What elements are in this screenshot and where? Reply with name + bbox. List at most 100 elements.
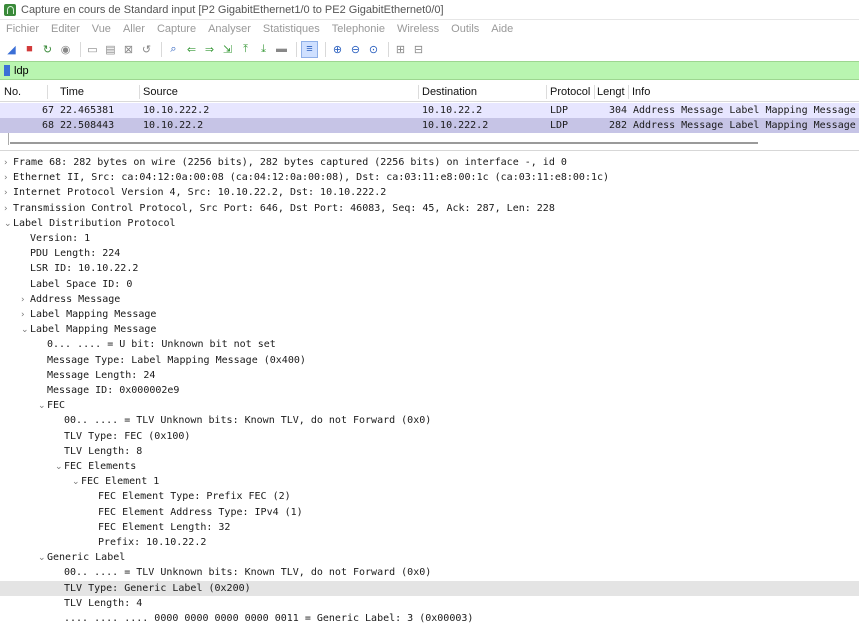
expanded-chevron-icon[interactable]: ⌄ [72, 475, 81, 490]
detail-row[interactable]: Prefix: 10.10.22.2 [0, 535, 859, 550]
toolbar-separator [80, 41, 81, 57]
menu-wireless[interactable]: Wireless [391, 23, 445, 35]
detail-row[interactable]: FEC Element Type: Prefix FEC (2) [0, 489, 859, 504]
detail-row[interactable]: LSR ID: 10.10.22.2 [0, 261, 859, 276]
detail-row[interactable]: › Frame 68: 282 bytes on wire (2256 bits)… [0, 155, 859, 170]
colorize-icon[interactable]: ≡ [301, 40, 318, 58]
zoom-reset-icon[interactable]: ⊙ [366, 42, 381, 57]
detail-row[interactable]: ⌄FEC Elements [0, 459, 859, 474]
column-destination[interactable]: Destination [422, 83, 542, 101]
detail-row[interactable]: Version: 1 [0, 231, 859, 246]
autoscroll-icon[interactable]: ▬ [274, 42, 289, 57]
first-icon[interactable]: ⤒ [238, 42, 253, 57]
expanded-chevron-icon[interactable]: ⌄ [38, 399, 47, 414]
detail-row[interactable]: › Address Message [0, 292, 859, 307]
detail-row[interactable]: › Transmission Control Protocol, Src Port… [0, 201, 859, 216]
expanded-chevron-icon[interactable]: ⌄ [38, 551, 47, 566]
bookmark-icon[interactable] [4, 65, 10, 76]
detail-row[interactable]: › Internet Protocol Version 4, Src: 10.10… [0, 185, 859, 200]
collapsed-chevron-icon[interactable]: › [4, 186, 13, 201]
collapsed-chevron-icon[interactable]: › [21, 308, 30, 323]
detail-row[interactable]: FEC Element Length: 32 [0, 520, 859, 535]
packet-row-selected[interactable]: 68 22.508443 10.10.22.2 10.10.222.2 LDP … [0, 118, 859, 133]
detail-row[interactable]: PDU Length: 224 [0, 246, 859, 261]
options-icon[interactable]: ◉ [58, 42, 73, 57]
detail-text: Label Mapping Message [30, 309, 157, 320]
menu-vue[interactable]: Vue [86, 23, 117, 35]
column-info[interactable]: Info [632, 83, 852, 101]
detail-row[interactable]: ⌄FEC [0, 398, 859, 413]
collapsed-chevron-icon[interactable]: › [4, 202, 13, 217]
open-icon[interactable]: ▭ [85, 42, 100, 57]
detail-row[interactable]: 00.. .... = TLV Unknown bits: Known TLV,… [0, 565, 859, 580]
resize-columns-icon[interactable]: ⊞ [393, 42, 408, 57]
menu-aide[interactable]: Aide [485, 23, 519, 35]
menu-capture[interactable]: Capture [151, 23, 202, 35]
detail-row[interactable]: TLV Type: Generic Label (0x200) [0, 580, 859, 596]
packet-protocol: LDP [550, 105, 569, 116]
collapsed-chevron-icon[interactable]: › [4, 156, 13, 171]
restart-icon[interactable]: ↻ [40, 42, 55, 57]
column-time[interactable]: Time [60, 83, 130, 101]
detail-row[interactable]: 00.. .... = TLV Unknown bits: Known TLV,… [0, 413, 859, 428]
hscrollbar-thumb[interactable] [10, 142, 758, 144]
detail-row[interactable]: Label Space ID: 0 [0, 277, 859, 292]
expanded-chevron-icon[interactable]: ⌄ [4, 217, 13, 232]
detail-text: TLV Type: FEC (0x100) [64, 430, 191, 442]
layout-icon[interactable]: ⊟ [411, 42, 426, 57]
menu-analyser[interactable]: Analyser [202, 23, 257, 35]
expanded-chevron-icon[interactable]: ⌄ [55, 460, 64, 475]
reload-icon[interactable]: ↺ [139, 42, 154, 57]
menu-outils[interactable]: Outils [445, 23, 485, 35]
detail-row[interactable]: › Ethernet II, Src: ca:04:12:0a:00:08 (ca… [0, 170, 859, 185]
packet-list-hscrollbar[interactable] [0, 138, 859, 148]
column-no[interactable]: No. [4, 83, 44, 101]
detail-row[interactable]: ⌄FEC Element 1 [0, 474, 859, 489]
detail-row[interactable]: .... .... .... 0000 0000 0000 0000 0011 … [0, 611, 859, 626]
detail-row[interactable]: Message Type: Label Mapping Message (0x4… [0, 353, 859, 368]
zoom-out-icon[interactable]: ⊖ [348, 42, 363, 57]
menu-editer[interactable]: Editer [45, 23, 86, 35]
collapsed-chevron-icon[interactable]: › [21, 293, 30, 308]
detail-text: TLV Length: 8 [64, 445, 143, 457]
detail-row[interactable]: Message ID: 0x000002e9 [0, 383, 859, 398]
detail-text: FEC Element 1 [81, 476, 160, 488]
menu-statistiques[interactable]: Statistiques [257, 23, 326, 35]
detail-row[interactable]: FEC Element Address Type: IPv4 (1) [0, 505, 859, 520]
display-filter-bar [0, 61, 859, 80]
column-protocol[interactable]: Protocol [550, 83, 594, 101]
zoom-in-icon[interactable]: ⊕ [330, 42, 345, 57]
detail-row[interactable]: › Label Mapping Message [0, 307, 859, 322]
display-filter-input[interactable] [14, 63, 814, 78]
stop-icon[interactable]: ■ [22, 42, 37, 57]
menu-aller[interactable]: Aller [117, 23, 151, 35]
find-icon[interactable]: ⌕ [166, 42, 181, 57]
last-icon[interactable]: ⤓ [256, 42, 271, 57]
detail-row[interactable]: TLV Type: FEC (0x100) [0, 429, 859, 444]
back-icon[interactable]: ⇐ [184, 42, 199, 57]
save-icon[interactable]: ▤ [103, 42, 118, 57]
detail-row[interactable]: Message Length: 24 [0, 368, 859, 383]
collapsed-chevron-icon[interactable]: › [4, 171, 13, 186]
packet-row[interactable]: 67 22.465381 10.10.222.2 10.10.22.2 LDP … [0, 103, 859, 118]
packet-time: 22.508443 [60, 120, 115, 131]
column-length[interactable]: Lengtl [597, 83, 625, 101]
toolbar-separator [296, 41, 297, 57]
close-file-icon[interactable]: ⊠ [121, 42, 136, 57]
detail-row[interactable]: ⌄Label Mapping Message [0, 322, 859, 337]
detail-text: Internet Protocol Version 4, Src: 10.10.… [13, 187, 387, 199]
menu-fichier[interactable]: Fichier [0, 23, 45, 35]
shark-fin-icon[interactable]: ◢ [4, 42, 19, 57]
forward-icon[interactable]: ⇒ [202, 42, 217, 57]
detail-row[interactable]: TLV Length: 8 [0, 444, 859, 459]
detail-text: Address Message [30, 293, 121, 305]
menu-telephonie[interactable]: Telephonie [326, 23, 391, 35]
expanded-chevron-icon[interactable]: ⌄ [21, 323, 30, 338]
go-to-icon[interactable]: ⇲ [220, 42, 235, 57]
detail-row[interactable]: 0... .... = U bit: Unknown bit not set [0, 337, 859, 352]
detail-row[interactable]: ⌄Generic Label [0, 550, 859, 565]
detail-row[interactable]: TLV Length: 4 [0, 596, 859, 611]
column-source[interactable]: Source [143, 83, 403, 101]
detail-row[interactable]: ⌄Label Distribution Protocol [0, 216, 859, 231]
packet-source: 10.10.222.2 [143, 105, 210, 116]
